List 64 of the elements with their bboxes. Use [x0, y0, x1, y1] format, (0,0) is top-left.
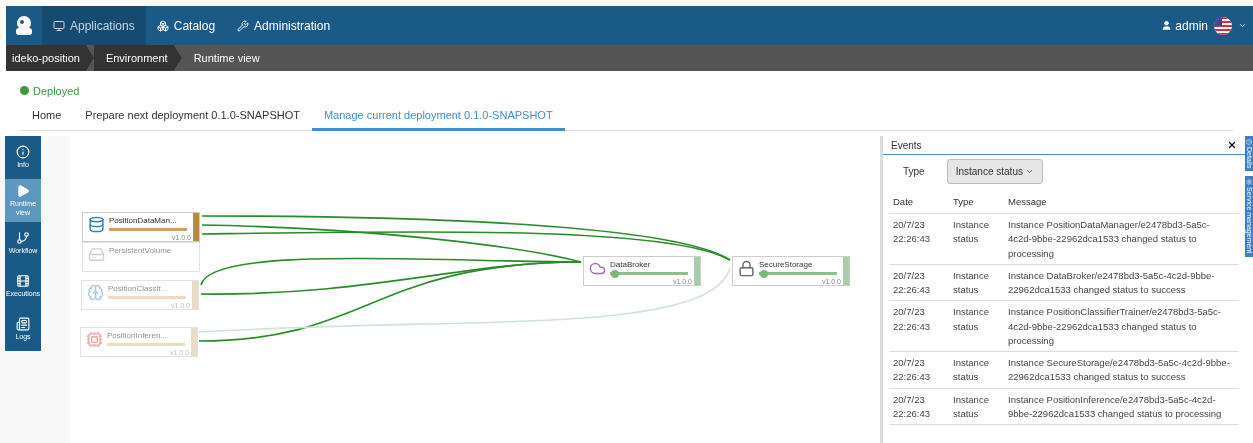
chip-icon [86, 331, 103, 348]
nav-menu-item[interactable]: Applications [42, 6, 146, 45]
nav-menu-item[interactable]: Administration [226, 6, 342, 45]
play-icon [16, 184, 30, 199]
node-name: PositionClassif... [108, 284, 168, 293]
filter-label: Type [903, 166, 925, 177]
user-icon [1161, 20, 1173, 31]
branch-icon [16, 231, 30, 246]
table-cell: Instance status [949, 264, 1004, 301]
film-icon [16, 274, 30, 289]
table-cell: Instance status [949, 300, 1004, 352]
lock-icon [738, 260, 755, 277]
table-cell: 20/7/23 22:26:43 [889, 213, 949, 265]
tab[interactable]: Manage current deployment 0.1.0-SNAPSHOT [311, 101, 565, 131]
newspaper-icon [16, 317, 30, 332]
table-cell: 20/7/23 22:26:43 [889, 388, 949, 425]
wrench-icon [237, 19, 250, 32]
panel-title: Events [891, 139, 922, 151]
node-stripe [843, 257, 849, 285]
table-cell: Instance status [949, 388, 1004, 425]
node-stripe [694, 257, 700, 285]
column-header: Date [889, 186, 949, 214]
settings-icon [1246, 179, 1252, 186]
table-cell: 20/7/23 22:26:43 [889, 351, 949, 388]
flag-icon[interactable] [1214, 16, 1232, 35]
table-cell: 20/7/23 22:26:43 [889, 264, 949, 301]
node-name: PositionInferen... [107, 331, 168, 340]
node-stripe [192, 281, 198, 309]
brain-icon [87, 284, 104, 301]
type-dropdown[interactable]: Instance status [946, 159, 1043, 184]
table-cell: Instance DataBroker/e2478bd3-5a5c-4c2d-9bbe-22962dca1533 changed status to success [1004, 264, 1239, 301]
node-name: SecureStorage [759, 260, 813, 269]
table-cell: Instance SecureStorage/e2478bd3-5a5c-4c2d-9bbe-22962dca1533 changed status to success [1004, 351, 1239, 388]
status-badge-icon [760, 270, 768, 278]
info-icon [16, 145, 30, 160]
node-stripe [191, 328, 197, 356]
monitor-icon [53, 19, 65, 32]
node-name: PositionDataMan... [109, 216, 177, 225]
caret-icon[interactable] [1238, 21, 1247, 30]
tab[interactable]: Prepare next deployment 0.1.0-SNAPSHOT [73, 101, 312, 131]
database-icon [88, 216, 105, 233]
breadcrumb-item[interactable]: Environment [93, 45, 182, 71]
breadcrumb-item[interactable]: ideko-position [6, 45, 94, 71]
tab[interactable]: Home [20, 101, 74, 131]
close-icon[interactable] [1227, 140, 1237, 150]
info-icon [1246, 139, 1252, 145]
column-header: Message [1004, 186, 1239, 214]
table-cell: Instance status [949, 213, 1004, 265]
node-name: DataBroker [610, 260, 651, 269]
cubes-icon [156, 19, 169, 32]
table-cell: Instance PositionInference/e2478bd3-5a5c-4c2d-9bbe-22962dca1533 changed status to processing [1004, 388, 1239, 425]
table-cell: 20/7/23 22:26:43 [889, 300, 949, 352]
table-cell: Instance PositionDataManager/e2478bd3-5a5c-4c2d-9bbe-22962dca1533 changed status to processing [1004, 213, 1239, 265]
nav-menu-item[interactable]: Catalog [145, 6, 227, 45]
node-name: PersistentVolume [109, 246, 172, 255]
status-text: Deployed [33, 84, 80, 97]
node-stripe [193, 213, 199, 241]
table-cell: Instance PositionClassifierTrainer/e2478bd3-5a5c-4c2d-9bbe-22962dca1533 changed status to processing [1004, 300, 1239, 352]
column-header: Type [949, 186, 1004, 214]
status-badge-icon [611, 270, 619, 278]
user-menu-link[interactable]: admin [1161, 18, 1208, 33]
cloud-icon [589, 260, 606, 277]
table-cell: Instance status [949, 351, 1004, 388]
caret-icon [1024, 167, 1034, 176]
